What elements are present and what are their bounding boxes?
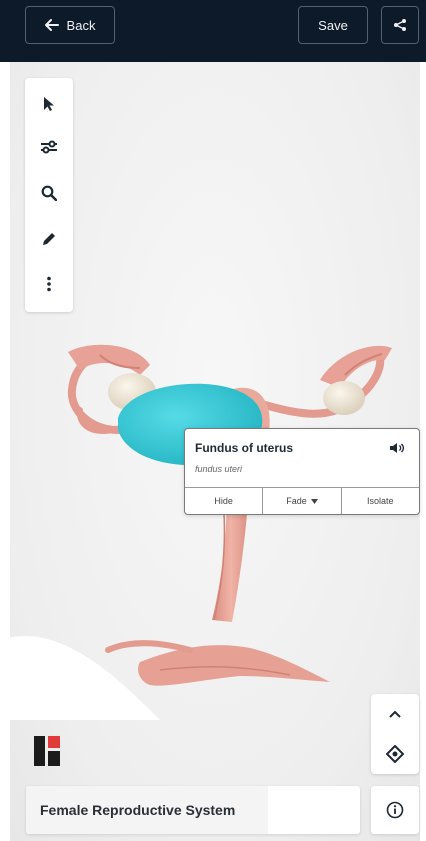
share-button[interactable] bbox=[381, 6, 419, 44]
pencil-icon bbox=[43, 233, 55, 245]
isolate-button[interactable]: Isolate bbox=[340, 488, 419, 514]
hide-label: Hide bbox=[214, 496, 233, 506]
info-button[interactable] bbox=[371, 786, 419, 834]
vulva bbox=[138, 645, 330, 686]
hide-button[interactable]: Hide bbox=[185, 488, 262, 514]
tool-panel bbox=[25, 78, 73, 312]
save-label: Save bbox=[318, 17, 348, 33]
structure-info-popup: Fundus of uterus fundus uteri Hide Fade … bbox=[184, 428, 420, 515]
floor-shape bbox=[0, 636, 160, 720]
view-controls bbox=[371, 694, 419, 774]
app-logo-icon bbox=[34, 736, 60, 766]
collapse-button[interactable] bbox=[371, 694, 419, 734]
search-tool-button[interactable] bbox=[35, 179, 63, 207]
back-button[interactable]: Back bbox=[25, 6, 115, 44]
recenter-button[interactable] bbox=[371, 734, 419, 774]
target-icon bbox=[386, 745, 404, 763]
adjust-tool-button[interactable] bbox=[35, 133, 63, 161]
arrow-left-icon bbox=[44, 19, 59, 31]
fade-label: Fade bbox=[286, 496, 307, 506]
share-icon bbox=[394, 19, 406, 31]
select-tool-button[interactable] bbox=[35, 90, 63, 118]
more-vertical-icon bbox=[47, 276, 51, 292]
model-name-bar[interactable]: Female Reproductive System bbox=[26, 786, 360, 834]
top-bar: Back Save bbox=[0, 0, 426, 62]
info-icon bbox=[386, 801, 404, 819]
uterus-model[interactable] bbox=[0, 320, 426, 720]
isolate-label: Isolate bbox=[367, 496, 394, 506]
pointer-icon bbox=[44, 97, 54, 111]
back-label: Back bbox=[66, 17, 96, 33]
structure-title: Fundus of uterus bbox=[195, 441, 293, 455]
popup-actions: Hide Fade Isolate bbox=[185, 487, 419, 514]
fade-button[interactable]: Fade bbox=[262, 488, 340, 514]
search-icon bbox=[41, 185, 57, 201]
speaker-icon[interactable] bbox=[389, 441, 405, 455]
right-ovary bbox=[323, 381, 365, 415]
structure-latin-name: fundus uteri bbox=[195, 464, 243, 474]
caret-down-icon bbox=[310, 498, 318, 504]
more-tool-button[interactable] bbox=[35, 270, 63, 298]
model-name: Female Reproductive System bbox=[40, 802, 236, 818]
save-button[interactable]: Save bbox=[298, 6, 368, 44]
draw-tool-button[interactable] bbox=[35, 225, 63, 253]
chevron-up-icon bbox=[389, 710, 401, 718]
sliders-icon bbox=[41, 140, 57, 154]
